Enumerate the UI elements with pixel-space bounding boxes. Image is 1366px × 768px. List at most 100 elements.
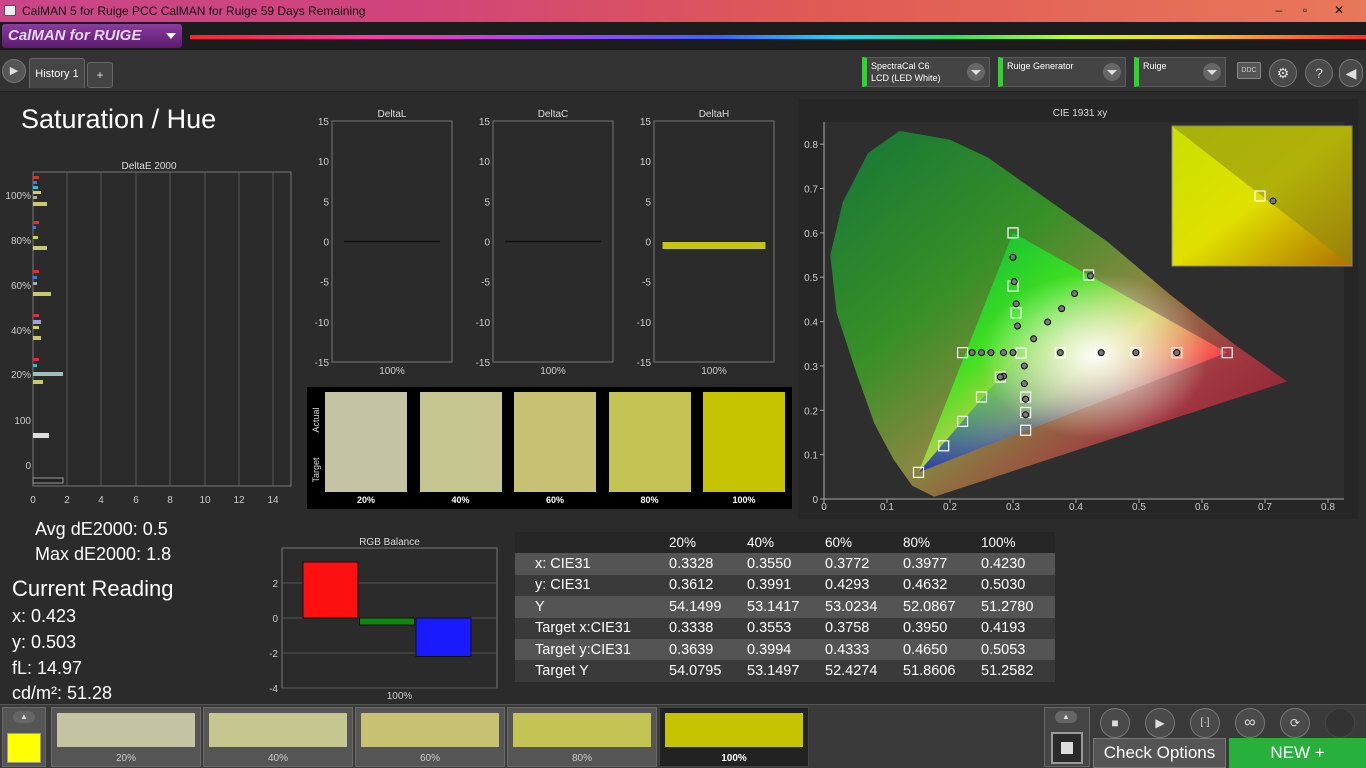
row-label: y: CIE31 <box>515 574 665 597</box>
chevron-down-icon <box>166 33 176 39</box>
table-cell: 0.3550 <box>743 553 821 575</box>
display-selector[interactable]: Ruige <box>1134 57 1226 87</box>
deltae-plot-area <box>32 171 292 487</box>
play-icon[interactable]: ▶ <box>1145 708 1175 738</box>
cie-measured-point <box>1010 278 1018 286</box>
meter-selector[interactable]: SpectraCal C6 LCD (LED White) <box>862 57 990 87</box>
swatch-pair: 20% <box>325 392 407 508</box>
rgb-bar-r <box>302 561 359 619</box>
strip-label: 100% <box>721 753 747 764</box>
close-button[interactable]: ✕ <box>1322 0 1356 22</box>
strip-cell[interactable]: 80% <box>507 707 657 767</box>
table-header-cell: 20% <box>665 532 743 554</box>
table-header-row: 20% 40% 60% 80% 100% <box>515 532 1055 554</box>
cie-measured-point <box>1013 322 1021 330</box>
reading-cdm2: cd/m²: 51.28 <box>12 683 113 703</box>
table-cell: 53.0234 <box>821 596 899 618</box>
strip-chip <box>665 713 803 747</box>
cie-y-tick: 0.2 <box>804 406 818 417</box>
rgb-y-tick: -4 <box>269 684 278 695</box>
rgb-y-tick: -2 <box>269 649 278 660</box>
cie-diagram: CIE 1931 xy 0 0.1 0.2 0.3 0.4 0.5 0.6 0.7 0.8 0 0.… <box>798 99 1358 519</box>
rainbow-divider <box>190 35 1366 39</box>
cie-measured-point <box>1097 349 1105 357</box>
deltae-title: DeltaE 2000 <box>121 161 176 172</box>
cie-x-tick: 0 <box>821 502 827 513</box>
calman-logo-menu[interactable]: CalMAN for RUIGE <box>2 24 182 48</box>
strip-cell[interactable]: 60% <box>355 707 505 767</box>
generator-selector[interactable]: Ruige Generator <box>998 57 1126 87</box>
cie-measured-point <box>1058 305 1066 313</box>
record-icon[interactable] <box>1325 708 1355 738</box>
delta-y-tick: -15 <box>476 358 491 369</box>
cie-measured-point <box>1012 300 1020 308</box>
delta-chart-title: DeltaH <box>699 109 730 120</box>
table-cell: 0.3639 <box>665 638 743 661</box>
play-forward-icon[interactable]: ▶ <box>2 59 26 83</box>
infinity-loop-icon[interactable]: ∞ <box>1235 708 1265 738</box>
cie-measured-point <box>987 349 995 357</box>
tab-history-1[interactable]: History 1 <box>29 58 85 88</box>
delta-chart-title: DeltaC <box>538 109 569 120</box>
stop-read-button[interactable] <box>1051 732 1083 764</box>
rgb-balance-chart: RGB Balance 2 0 -2 -4 100% <box>269 537 498 702</box>
strip-cell[interactable]: 40% <box>203 707 353 767</box>
delta-x-label: 100% <box>379 366 405 377</box>
add-tab-button[interactable]: + <box>87 62 113 88</box>
gear-icon[interactable]: ⚙ <box>1269 59 1297 87</box>
cie-x-tick: 0.7 <box>1258 502 1272 513</box>
deltae-y-label: 20% <box>11 370 31 381</box>
cie-measured-point <box>1009 253 1017 261</box>
strip-cell[interactable]: 100% <box>659 707 809 767</box>
chevron-down-icon[interactable] <box>967 63 985 81</box>
table-cell: 0.3977 <box>899 553 977 575</box>
cie-y-tick: 0.3 <box>804 362 818 373</box>
strip-label: 60% <box>419 753 440 764</box>
swatch-pair: 100% <box>703 392 785 508</box>
table-header-cell: 40% <box>743 532 821 554</box>
chevron-down-icon[interactable] <box>1103 63 1121 81</box>
table-header-cell: 60% <box>821 532 899 554</box>
delta-x-label: 100% <box>701 366 727 377</box>
table-cell: 0.3950 <box>899 617 977 639</box>
actual-swatch <box>514 392 596 442</box>
cie-measured-point <box>1009 349 1017 357</box>
delta-y-tick: -10 <box>637 318 652 329</box>
cie-y-tick: 0.1 <box>804 451 818 462</box>
delta-y-tick: -15 <box>315 358 330 369</box>
current-color-chip <box>7 733 41 763</box>
check-options-button[interactable]: Check Options <box>1093 738 1226 768</box>
table-cell: 51.2582 <box>977 660 1055 682</box>
current-color-cell[interactable]: ▲ <box>2 707 46 767</box>
row-label: Target Y <box>515 660 665 682</box>
table-cell: 52.4274 <box>821 660 899 682</box>
table-cell: 0.5053 <box>977 638 1055 661</box>
reading-x: x: 0.423 <box>12 606 77 626</box>
table-cell: 53.1417 <box>743 596 821 618</box>
play-back-icon[interactable]: ◀ <box>1339 59 1363 87</box>
chevron-down-icon[interactable] <box>1203 63 1221 81</box>
chevron-up-icon[interactable]: ▲ <box>1055 711 1077 723</box>
deltae-x-label: 8 <box>167 495 173 506</box>
actual-label: Actual <box>311 407 321 433</box>
table-cell: 0.3338 <box>665 617 743 639</box>
table-cell: 0.4632 <box>899 574 977 597</box>
swatch-pair: 80% <box>608 392 691 508</box>
avg-de: Avg dE2000: 0.5 <box>35 519 168 539</box>
swatch-pair: 40% <box>419 392 502 508</box>
restore-button[interactable]: ▫ <box>1288 0 1322 22</box>
continuous-read-icon[interactable]: [·] <box>1190 708 1220 738</box>
refresh-icon[interactable]: ⟳ <box>1280 708 1310 738</box>
new-button[interactable]: NEW + <box>1229 738 1366 768</box>
delta-y-tick: 5 <box>484 197 490 208</box>
chevron-up-icon[interactable]: ▲ <box>13 711 35 723</box>
ddc-button[interactable]: DDC <box>1237 62 1261 79</box>
stop-icon <box>1061 742 1073 754</box>
cie-x-tick: 0.6 <box>1195 502 1209 513</box>
stop-icon[interactable]: ■ <box>1100 708 1130 738</box>
delta-y-tick: -10 <box>315 318 330 329</box>
table-cell: 0.3612 <box>665 574 743 597</box>
cie-measured-point <box>1030 335 1038 343</box>
strip-cell[interactable]: 20% <box>51 707 201 767</box>
help-button[interactable]: ? <box>1305 59 1333 87</box>
